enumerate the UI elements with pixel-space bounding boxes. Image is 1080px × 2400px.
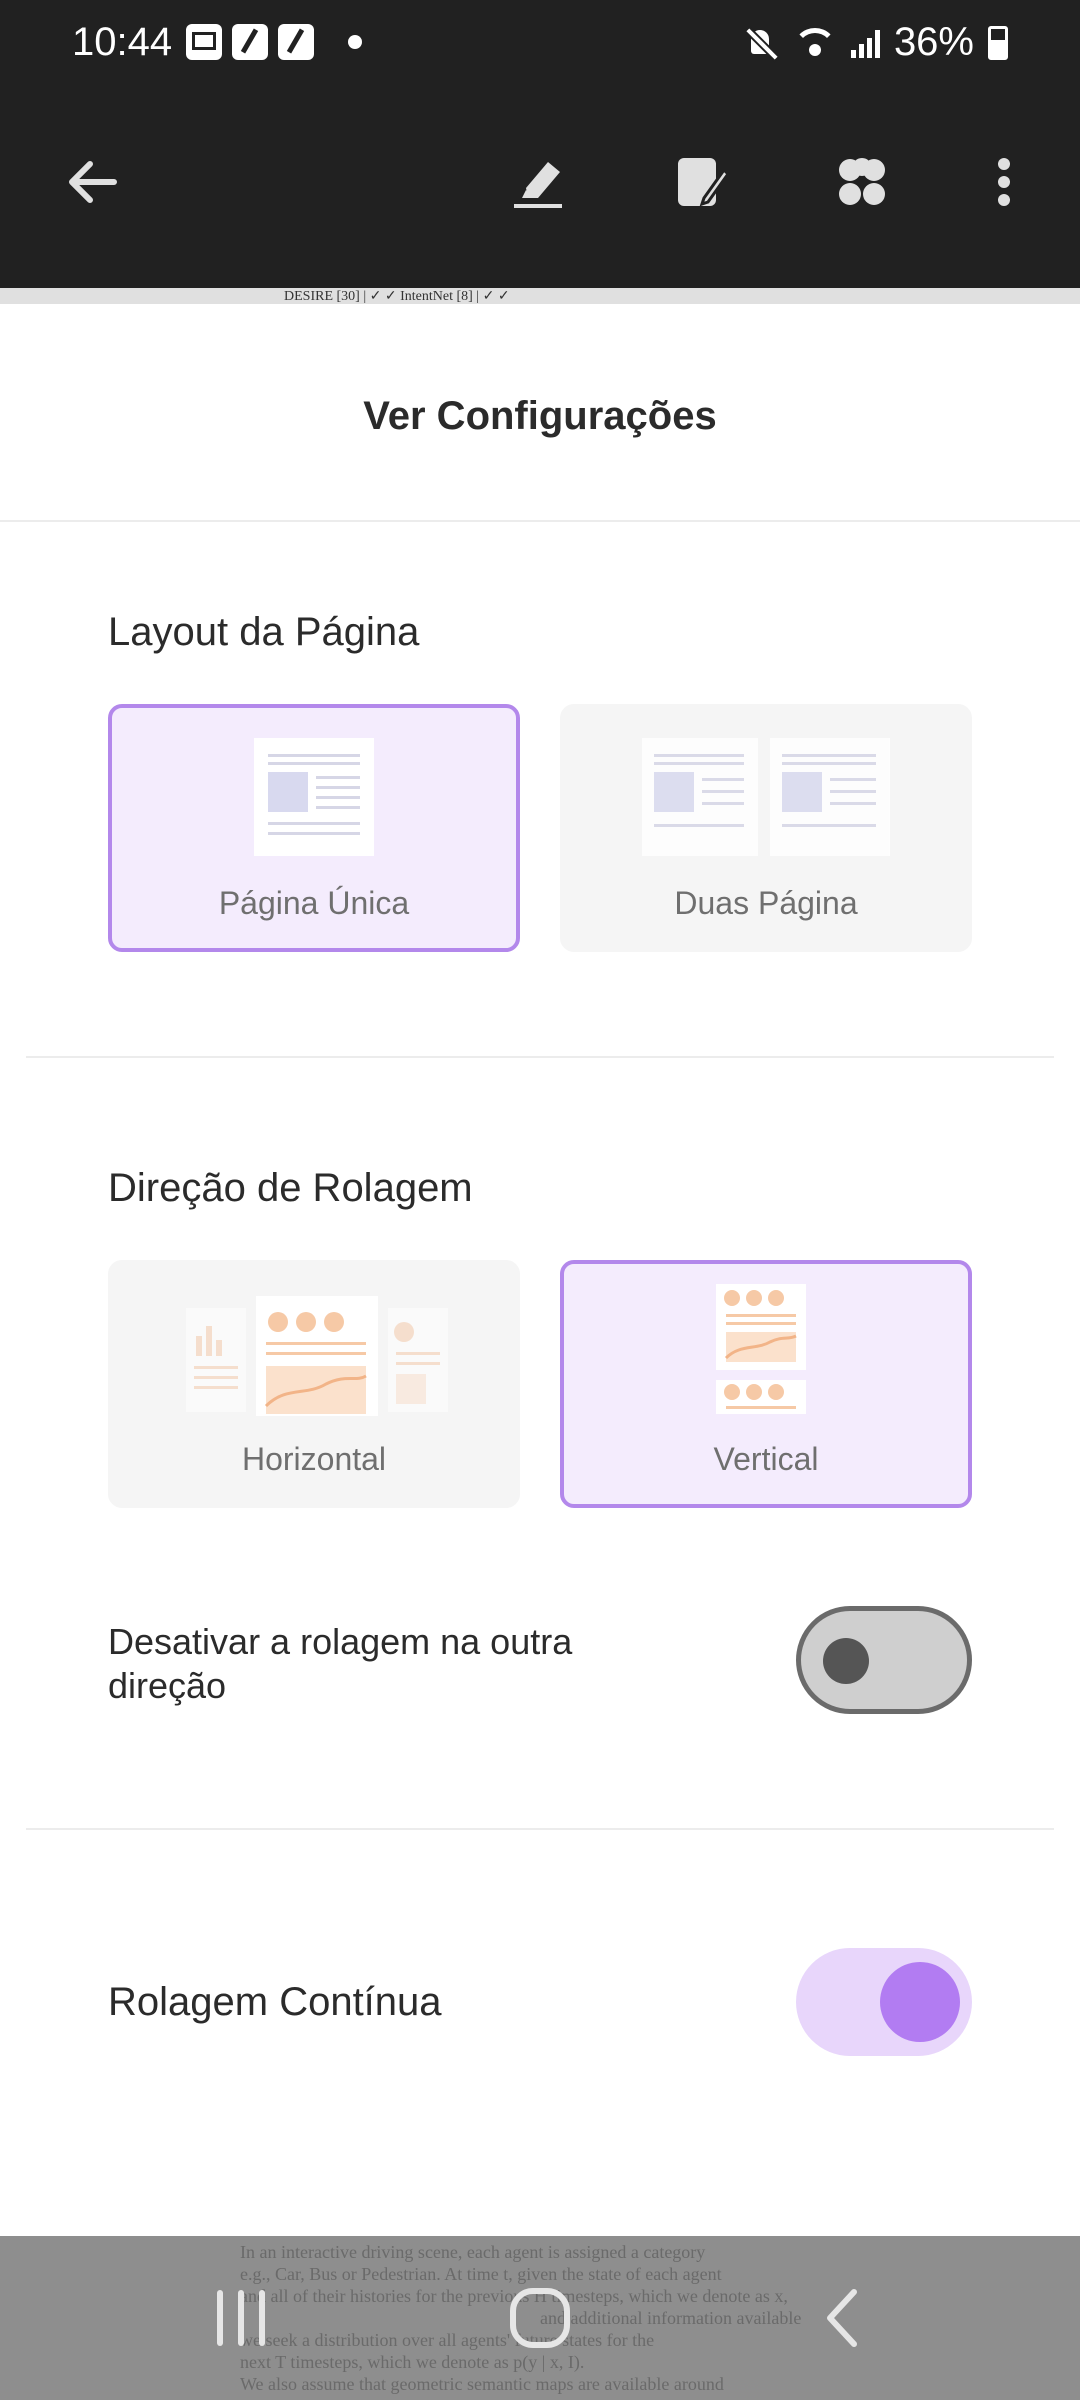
single-page-illustration — [254, 738, 374, 856]
status-time: 10:44 — [72, 20, 173, 64]
highlighter-button[interactable] — [502, 146, 574, 218]
horizontal-option[interactable]: Horizontal — [108, 1260, 520, 1508]
pen-note-icon — [232, 24, 268, 60]
battery-icon — [988, 25, 1008, 60]
signal-icon — [850, 28, 880, 58]
page-layout-label: Layout da Página — [108, 610, 420, 654]
toggle-knob — [880, 1962, 960, 2042]
disable-other-direction-toggle[interactable] — [796, 1606, 972, 1714]
disable-other-direction-label: Desativar a rolagem na outra direção — [108, 1621, 573, 1706]
top-app-bar: 10:44 36% — [0, 0, 1080, 288]
back-arrow-icon — [69, 161, 117, 203]
status-right: 36% — [745, 20, 1008, 65]
doc-line: In an interactive driving scene, each ag… — [240, 2242, 706, 2262]
more-vert-icon — [998, 158, 1010, 206]
back-button[interactable] — [56, 146, 128, 218]
edit-page-icon — [678, 158, 730, 207]
edit-page-button[interactable] — [664, 146, 736, 218]
scroll-direction-label: Direção de Rolagem — [108, 1166, 473, 1210]
single-page-option[interactable]: Página Única — [108, 704, 520, 952]
view-settings-sheet: Ver Configurações Layout da Página Págin… — [0, 304, 1080, 2236]
wifi-icon — [792, 26, 837, 60]
continuous-scroll-label: Rolagem Contínua — [108, 1980, 442, 2024]
vertical-scroll-illustration — [716, 1284, 806, 1414]
back-icon — [827, 2289, 857, 2347]
apps-icon — [839, 158, 885, 205]
more-options-button[interactable] — [968, 146, 1040, 218]
recent-apps-icon — [217, 2290, 265, 2346]
doc-line: we seek a distribution over all agents' … — [240, 2330, 655, 2350]
two-page-label: Duas Página — [674, 885, 858, 921]
horizontal-label: Horizontal — [241, 1441, 387, 1477]
dot-icon — [348, 35, 362, 49]
nav-back-button[interactable] — [812, 2280, 872, 2356]
home-button[interactable] — [502, 2280, 578, 2356]
doc-line: and additional information available — [540, 2308, 802, 2328]
doc-line: We also assume that geometric semantic m… — [240, 2374, 724, 2394]
home-icon — [510, 2288, 570, 2348]
highlighter-icon — [514, 162, 562, 208]
apps-button[interactable] — [826, 146, 898, 218]
mute-icon — [745, 26, 779, 60]
pen-note-icon — [278, 24, 314, 60]
continuous-scroll-toggle[interactable] — [796, 1948, 972, 2056]
horizontal-scroll-illustration — [186, 1296, 448, 1416]
two-page-illustration-right — [770, 738, 890, 856]
vertical-option[interactable]: Vertical — [560, 1260, 972, 1508]
recent-apps-button[interactable] — [206, 2280, 276, 2356]
doc-line: e.g., Car, Bus or Pedestrian. At time t,… — [240, 2264, 722, 2284]
title-divider — [0, 520, 1080, 522]
image-icon — [186, 24, 222, 60]
toggle-knob — [823, 1638, 869, 1684]
vertical-label: Vertical — [713, 1441, 819, 1477]
notification-icons — [186, 24, 362, 60]
single-page-label: Página Única — [218, 885, 410, 921]
two-page-illustration-left — [642, 738, 758, 856]
battery-percent: 36% — [893, 20, 974, 64]
sheet-title: Ver Configurações — [363, 394, 717, 438]
document-peek: DESIRE [30] | ✓ ✓ IntentNet [8] | ✓ ✓ — [0, 288, 1080, 304]
scroll-divider — [26, 1828, 1054, 1830]
document-peek-line: DESIRE [30] | ✓ ✓ IntentNet [8] | ✓ ✓ — [284, 289, 510, 304]
two-page-option[interactable]: Duas Página — [560, 704, 972, 952]
layout-divider — [26, 1056, 1054, 1058]
